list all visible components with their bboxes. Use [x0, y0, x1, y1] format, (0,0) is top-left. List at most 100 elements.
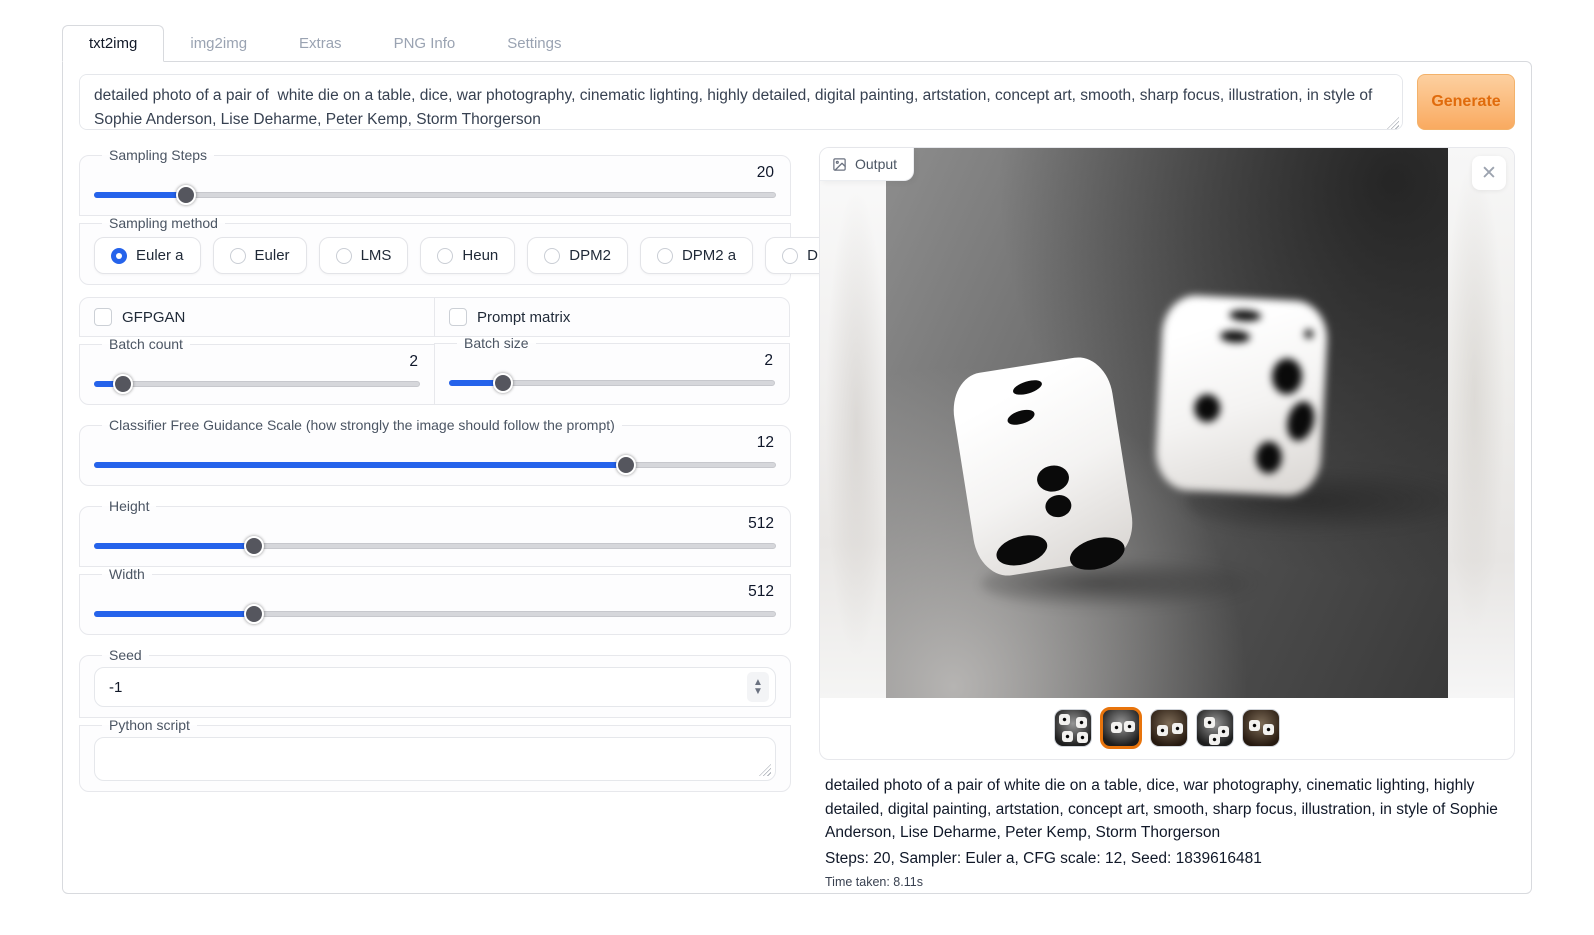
thumbnail-2[interactable] — [1100, 707, 1142, 749]
height-slider[interactable] — [94, 536, 776, 556]
mini-die — [1249, 720, 1260, 731]
radio-label: Euler a — [136, 247, 184, 264]
mini-die — [1157, 725, 1168, 736]
gfpgan-checkbox[interactable]: GFPGAN — [94, 308, 185, 326]
app-window: txt2imgimg2imgExtrasPNG InfoSettings det… — [62, 25, 1532, 894]
sampling-steps-slider[interactable] — [94, 185, 776, 205]
checkbox-icon[interactable] — [94, 308, 112, 326]
height-group: Height 512 — [79, 498, 791, 567]
width-slider[interactable] — [94, 604, 776, 624]
prompt-row: detailed photo of a pair of white die on… — [79, 74, 1515, 135]
batch-count-group: Batch count 2 — [79, 336, 435, 405]
slider-thumb[interactable] — [616, 455, 636, 475]
tab-png-info[interactable]: PNG Info — [368, 26, 482, 61]
sampling-steps-group: Sampling Steps 20 — [79, 147, 791, 216]
radio-circle-icon[interactable] — [782, 248, 798, 264]
cfg-scale-slider[interactable] — [94, 455, 776, 475]
batch-count-label: Batch count — [102, 336, 190, 352]
output-tab[interactable]: Output — [820, 148, 914, 181]
sampling-method-label: Sampling method — [102, 215, 225, 231]
cfg-scale-label: Classifier Free Guidance Scale (how stro… — [102, 417, 622, 433]
close-icon[interactable]: ✕ — [1472, 156, 1506, 190]
thumbnail-strip — [820, 698, 1514, 759]
radio-option-dpm2-a[interactable]: DPM2 a — [640, 237, 753, 274]
radio-option-lms[interactable]: LMS — [319, 237, 409, 274]
spinner-down-icon[interactable]: ▼ — [753, 687, 763, 696]
python-script-input[interactable] — [95, 738, 775, 780]
mini-die — [1062, 731, 1073, 742]
radio-circle-icon[interactable] — [437, 248, 453, 264]
output-caption: detailed photo of a pair of white die on… — [819, 760, 1515, 895]
radio-option-heun[interactable]: Heun — [420, 237, 515, 274]
radio-circle-icon[interactable] — [657, 248, 673, 264]
caption-params: Steps: 20, Sampler: Euler a, CFG scale: … — [825, 847, 1509, 870]
caption-time-taken: Time taken: 8.11s — [825, 875, 1509, 889]
radio-option-dpm2[interactable]: DPM2 — [527, 237, 628, 274]
mini-die — [1209, 734, 1220, 745]
slider-thumb[interactable] — [244, 536, 264, 556]
tab-settings[interactable]: Settings — [481, 26, 587, 61]
width-value: 512 — [94, 583, 774, 601]
batch-size-slider[interactable] — [449, 373, 775, 393]
tab-img2img[interactable]: img2img — [164, 26, 273, 61]
thumbnail-5[interactable] — [1242, 709, 1280, 747]
radio-label: Heun — [462, 247, 498, 264]
seed-label: Seed — [102, 647, 149, 663]
slider-thumb[interactable] — [113, 374, 133, 394]
radio-option-euler-a[interactable]: Euler a — [94, 237, 201, 274]
settings-column: Sampling Steps 20 Sampling method Euler … — [79, 147, 791, 895]
tab-txt2img[interactable]: txt2img — [62, 25, 164, 62]
cfg-scale-value: 12 — [94, 434, 774, 452]
slider-track[interactable] — [94, 381, 420, 387]
seed-group: Seed ▲ ▼ — [79, 647, 791, 718]
caption-prompt: detailed photo of a pair of white die on… — [825, 774, 1509, 845]
batch-size-label: Batch size — [457, 335, 536, 351]
slider-track[interactable] — [94, 192, 776, 198]
seed-input[interactable] — [97, 679, 747, 696]
width-group: Width 512 — [79, 566, 791, 635]
mini-die — [1076, 717, 1087, 728]
prompt-matrix-cell: Prompt matrix — [434, 297, 790, 337]
mini-die — [1263, 724, 1274, 735]
output-gallery: Output ✕ — [819, 147, 1515, 760]
generated-image[interactable] — [886, 148, 1448, 698]
gfpgan-cell: GFPGAN — [79, 297, 435, 337]
output-tab-label: Output — [855, 156, 897, 172]
cfg-scale-group: Classifier Free Guidance Scale (how stro… — [79, 417, 791, 486]
radio-circle-icon[interactable] — [336, 248, 352, 264]
slider-fill — [94, 611, 254, 617]
slider-thumb[interactable] — [493, 373, 513, 393]
thumbnail-1[interactable] — [1054, 709, 1092, 747]
prompt-input[interactable]: detailed photo of a pair of white die on… — [79, 74, 1403, 130]
python-script-label: Python script — [102, 717, 197, 733]
slider-thumb[interactable] — [244, 604, 264, 624]
radio-option-euler[interactable]: Euler — [213, 237, 307, 274]
width-label: Width — [102, 566, 152, 582]
number-spinner[interactable]: ▲ ▼ — [747, 672, 769, 702]
radio-circle-icon[interactable] — [544, 248, 560, 264]
radio-label: DPM2 a — [682, 247, 736, 264]
output-column: Output ✕ — [819, 147, 1515, 895]
radio-label: LMS — [361, 247, 392, 264]
mini-die — [1077, 732, 1088, 743]
height-value: 512 — [94, 515, 774, 533]
gallery-left-blur — [820, 148, 886, 698]
thumbnail-3[interactable] — [1150, 709, 1188, 747]
tab-extras[interactable]: Extras — [273, 26, 368, 61]
batch-size-value: 2 — [449, 352, 773, 370]
thumbnail-4[interactable] — [1196, 709, 1234, 747]
python-script-group: Python script — [79, 717, 791, 792]
sampling-steps-label: Sampling Steps — [102, 147, 214, 163]
prompt-matrix-checkbox[interactable]: Prompt matrix — [449, 308, 570, 326]
txt2img-panel: detailed photo of a pair of white die on… — [62, 61, 1532, 894]
height-label: Height — [102, 498, 156, 514]
slider-fill — [94, 543, 254, 549]
radio-circle-icon[interactable] — [230, 248, 246, 264]
gfpgan-label: GFPGAN — [122, 309, 185, 326]
checkbox-icon[interactable] — [449, 308, 467, 326]
slider-thumb[interactable] — [176, 185, 196, 205]
mini-die — [1059, 714, 1070, 725]
generate-button[interactable]: Generate — [1417, 74, 1515, 130]
batch-count-slider[interactable] — [94, 374, 420, 394]
radio-circle-icon[interactable] — [111, 248, 127, 264]
